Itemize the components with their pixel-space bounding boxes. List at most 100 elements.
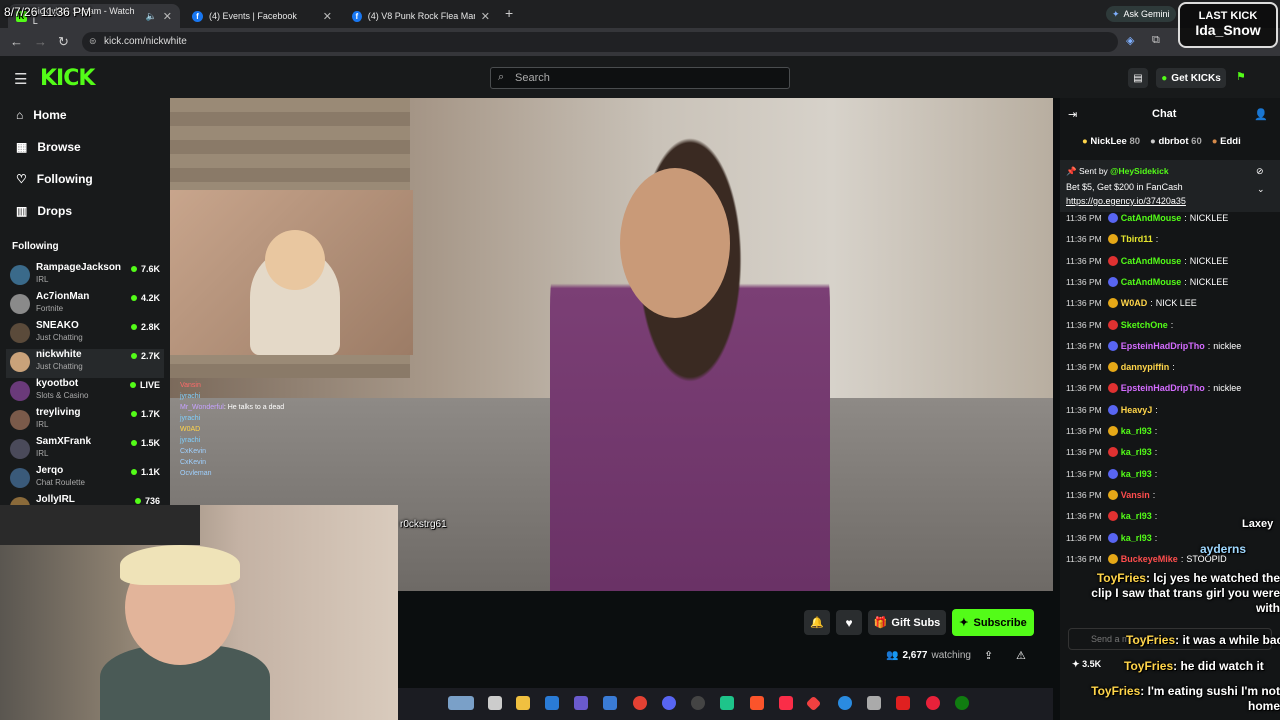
message-username[interactable]: EpsteinHadDripTho xyxy=(1121,383,1205,393)
sidebar-item-drops[interactable]: ▥ Drops xyxy=(16,204,72,218)
following-item-active[interactable]: nickwhite Just Chatting 2.7K xyxy=(6,349,164,378)
following-heading: Following xyxy=(12,241,59,252)
message-colon: : xyxy=(1172,362,1175,373)
vscode-icon[interactable] xyxy=(545,696,559,710)
message-username[interactable]: ka_rl93 xyxy=(1121,469,1152,479)
message-time: 11:36 PM xyxy=(1066,362,1102,373)
following-item[interactable]: RampageJackson IRL 7.6K xyxy=(10,262,160,291)
message-username[interactable]: ka_rl93 xyxy=(1121,426,1152,436)
leaderboard-entry[interactable]: ● dbrbot 60 xyxy=(1150,136,1202,147)
layout-icon[interactable]: ▤ xyxy=(1128,68,1148,88)
app3-icon[interactable] xyxy=(867,696,881,710)
collapse-chat-icon[interactable]: ⇥ xyxy=(1068,108,1077,121)
pinned-message[interactable]: 📌 Sent by @HeySidekick Bet $5, Get $200 … xyxy=(1060,160,1280,212)
help-icon[interactable] xyxy=(838,696,852,710)
search-taskbar-icon[interactable] xyxy=(488,696,502,710)
xbox-icon[interactable] xyxy=(955,696,969,710)
pinned-link[interactable]: https://go.egency.io/37420a35 xyxy=(1066,196,1186,206)
message-username[interactable]: BuckeyeMike xyxy=(1121,554,1178,564)
message-username[interactable]: SketchOne xyxy=(1121,320,1168,330)
brave-icon[interactable] xyxy=(750,696,764,710)
pip-webcam xyxy=(170,190,413,355)
opera-icon[interactable] xyxy=(926,696,940,710)
music-icon[interactable] xyxy=(779,696,793,710)
home-icon: ⌂ xyxy=(16,108,24,122)
inner-chat-line: CxKevin xyxy=(180,448,207,455)
follow-heart-icon[interactable]: ♥ xyxy=(836,610,862,635)
close-tab-icon[interactable]: ✕ xyxy=(323,10,332,23)
share-icon[interactable]: ⇪ xyxy=(984,649,993,662)
following-item[interactable]: SamXFrank IRL 1.5K xyxy=(10,436,160,465)
chat-message: 11:36 PM ka_rl93: xyxy=(1066,426,1160,436)
search-input[interactable]: ⌕ Search xyxy=(490,67,790,89)
tab-facebook-events[interactable]: f (4) Events | Facebook ✕ xyxy=(184,4,340,28)
forward-icon[interactable]: → xyxy=(34,34,47,49)
ask-gemini-button[interactable]: ✦ Ask Gemini xyxy=(1106,6,1176,22)
chat-users-icon[interactable]: 👤 xyxy=(1254,108,1268,121)
chevron-down-icon[interactable]: ⌄ xyxy=(1257,184,1265,195)
app-icon[interactable] xyxy=(720,696,734,710)
close-tab-icon[interactable]: ✕ xyxy=(163,10,172,23)
discord-icon[interactable] xyxy=(662,696,676,710)
gift-subs-button[interactable]: 🎁 Gift Subs xyxy=(868,610,946,635)
extension-icon[interactable]: ◈ xyxy=(1126,34,1134,47)
message-username[interactable]: ka_rl93 xyxy=(1121,447,1152,457)
viewer-count: 1.1K xyxy=(131,467,160,477)
channel-category: Just Chatting xyxy=(36,333,83,342)
message-username[interactable]: HeavyJ xyxy=(1121,405,1153,415)
report-icon[interactable]: ⚠ xyxy=(1016,649,1026,662)
url-field[interactable]: ⊜ kick.com/nickwhite xyxy=(82,32,1118,52)
message-username[interactable]: Vansin xyxy=(1121,490,1150,500)
chrome-icon[interactable] xyxy=(633,696,647,710)
weather-widget-icon[interactable] xyxy=(448,696,474,710)
message-username[interactable]: ka_rl93 xyxy=(1121,511,1152,521)
viewer-count: 1.5K xyxy=(131,438,160,448)
menu-icon[interactable]: ☰ xyxy=(14,70,27,88)
sidebar-item-browse[interactable]: ▦ Browse xyxy=(16,140,81,154)
message-username[interactable]: ka_rl93 xyxy=(1121,533,1152,543)
message-username[interactable]: CatAndMouse xyxy=(1121,277,1182,287)
message-username[interactable]: W0AD xyxy=(1121,298,1148,308)
following-item[interactable]: kyootbot Slots & Casino LIVE xyxy=(10,378,160,407)
sidebar-item-following[interactable]: ♡ Following xyxy=(16,172,93,186)
sidebar-item-home[interactable]: ⌂ Home xyxy=(16,108,67,122)
notification-bell-icon[interactable]: 🔔 xyxy=(804,610,830,635)
store-icon[interactable] xyxy=(603,696,617,710)
kick-logo[interactable]: KICK xyxy=(40,66,95,91)
channel-points[interactable]: ✦ 3.5K xyxy=(1072,659,1101,670)
site-info-icon[interactable]: ⊜ xyxy=(89,36,97,47)
teams-icon[interactable] xyxy=(574,696,588,710)
obs-icon[interactable] xyxy=(691,696,705,710)
new-tab-icon[interactable]: + xyxy=(505,5,513,21)
leaderboard-entry[interactable]: ● NickLee 80 xyxy=(1082,136,1140,147)
user-avatar-icon[interactable]: ⚑ xyxy=(1236,70,1246,83)
reload-icon[interactable]: ↻ xyxy=(58,34,69,50)
message-time: 11:36 PM xyxy=(1066,553,1102,564)
file-explorer-icon[interactable] xyxy=(516,696,530,710)
get-kicks-button[interactable]: ● Get KICKs xyxy=(1156,68,1226,88)
unpin-icon[interactable]: ⊘ xyxy=(1256,166,1264,177)
message-username[interactable]: Tbird11 xyxy=(1121,234,1153,244)
puzzle-icon[interactable]: ⧉ xyxy=(1152,34,1160,47)
back-icon[interactable]: ← xyxy=(10,34,23,49)
message-username[interactable]: EpsteinHadDripTho xyxy=(1121,341,1205,351)
app4-icon[interactable] xyxy=(896,696,910,710)
app2-icon[interactable] xyxy=(805,695,822,712)
close-tab-icon[interactable]: ✕ xyxy=(481,10,490,23)
tab-facebook-flea[interactable]: f (4) V8 Punk Rock Flea Market ✕ xyxy=(344,4,498,28)
message-username[interactable]: CatAndMouse xyxy=(1121,213,1182,223)
following-item[interactable]: Jerqo Chat Roulette 1.1K xyxy=(10,465,160,494)
subscribe-button[interactable]: ✦ Subscribe xyxy=(952,609,1034,636)
users-icon: 👥 xyxy=(886,650,899,661)
message-username[interactable]: dannypiffin xyxy=(1121,362,1170,372)
leaderboard-entry[interactable]: ● Eddi xyxy=(1212,136,1241,147)
message-text: NICKLEE xyxy=(1189,255,1229,266)
following-item[interactable]: Ac7ionMan Fortnite 4.2K xyxy=(10,291,160,320)
facebook-favicon-icon: f xyxy=(192,10,203,22)
kicks-coin-icon: ● xyxy=(1161,72,1168,84)
avatar xyxy=(10,381,30,401)
speaker-icon[interactable]: 🔈 xyxy=(146,11,157,22)
following-item[interactable]: treyliving IRL 1.7K xyxy=(10,407,160,436)
following-item[interactable]: SNEAKO Just Chatting 2.8K xyxy=(10,320,160,349)
message-username[interactable]: CatAndMouse xyxy=(1121,256,1182,266)
